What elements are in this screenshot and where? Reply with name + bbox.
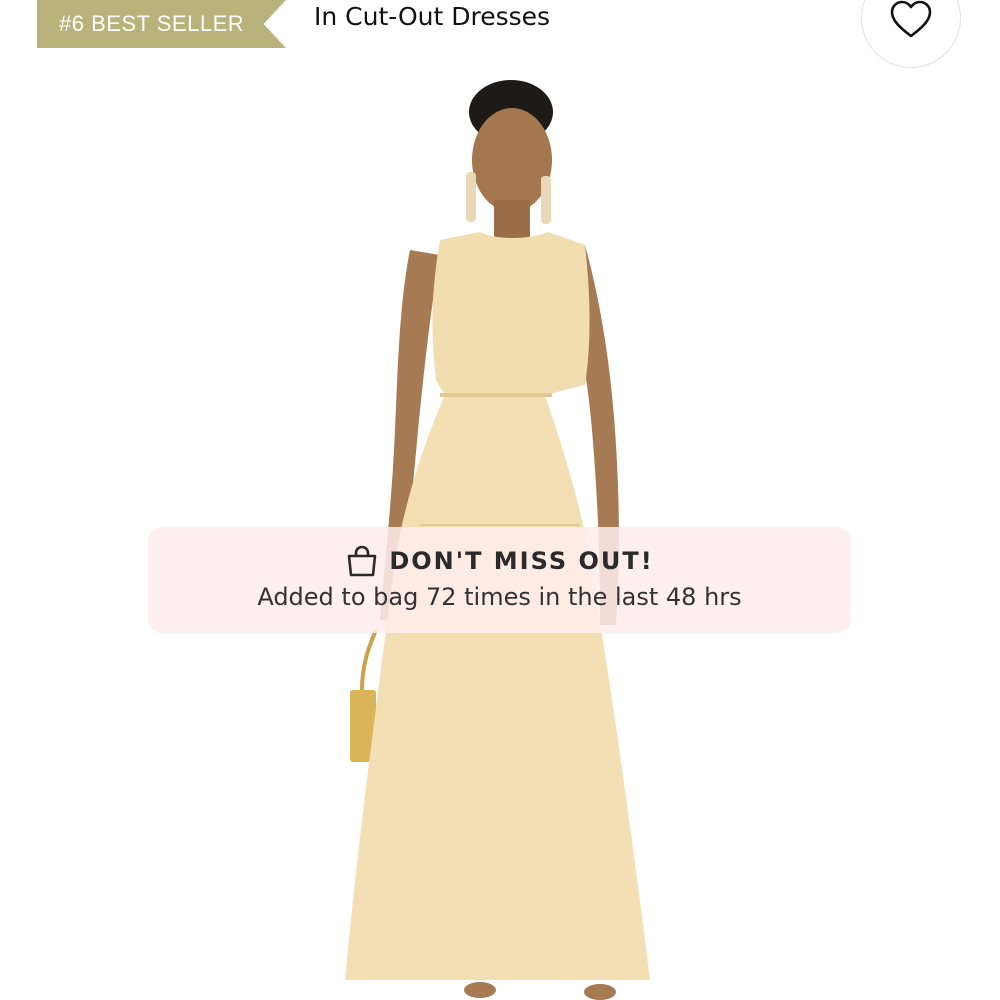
urgency-banner: DON'T MISS OUT! Added to bag 72 times in… bbox=[148, 527, 851, 633]
urgency-title: DON'T MISS OUT! bbox=[389, 547, 654, 575]
category-link[interactable]: In Cut-Out Dresses bbox=[314, 2, 550, 31]
best-seller-label: #6 BEST SELLER bbox=[59, 11, 245, 36]
heart-icon bbox=[890, 0, 932, 38]
wishlist-button[interactable] bbox=[861, 0, 961, 68]
urgency-title-row: DON'T MISS OUT! bbox=[148, 545, 851, 577]
shopping-bag-icon bbox=[348, 545, 377, 577]
urgency-message: Added to bag 72 times in the last 48 hrs bbox=[257, 583, 742, 611]
best-seller-badge: #6 BEST SELLER bbox=[37, 0, 286, 48]
